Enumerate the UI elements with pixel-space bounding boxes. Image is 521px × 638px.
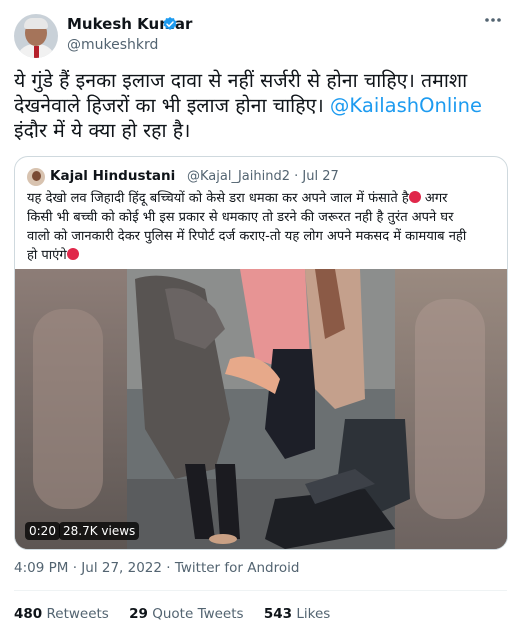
tweet-time[interactable]: 4:09 PM bbox=[14, 560, 68, 576]
likes-count: 543 bbox=[263, 606, 293, 622]
tweet-date[interactable]: Jul 27, 2022 bbox=[81, 560, 162, 576]
author-avatar[interactable] bbox=[14, 14, 58, 58]
angry-face-icon bbox=[408, 191, 421, 203]
quoted-author-name[interactable]: Kajal Hindustani bbox=[50, 168, 175, 184]
meta-separator: · bbox=[68, 560, 82, 576]
quote-tweets-label: Quote Tweets bbox=[152, 606, 244, 622]
meta-separator: · bbox=[161, 560, 175, 576]
quoted-tweet[interactable]: Kajal Hindustani @Kajal_Jaihind2 · Jul 2… bbox=[14, 156, 508, 550]
tweet-line-2-text: देखनेवाले हिजरों का भी इलाज होना चाहिए। bbox=[14, 94, 330, 117]
verified-badge-icon bbox=[163, 17, 177, 30]
retweets-count: 480 bbox=[14, 606, 43, 622]
more-options-icon[interactable] bbox=[479, 10, 507, 30]
quoted-line-1-after: अगर bbox=[420, 191, 448, 206]
angry-face-icon bbox=[66, 248, 79, 260]
tweet-line-1: ये गुंडे हैं इनका इलाज दावा से नहीं सर्ज… bbox=[14, 69, 468, 92]
tweet-stats: 480 Retweets 29 Quote Tweets 543 Likes bbox=[14, 606, 346, 622]
video-frame bbox=[15, 269, 507, 549]
quote-tweets-stat[interactable]: 29 Quote Tweets bbox=[129, 606, 243, 622]
author-handle[interactable]: @mukeshkrd bbox=[67, 37, 158, 53]
tweet-source[interactable]: Twitter for Android bbox=[175, 560, 300, 576]
tweet-text: ये गुंडे हैं इनका इलाज दावा से नहीं सर्ज… bbox=[14, 68, 509, 143]
quoted-text: यह देखो लव जिहादी हिंदू बच्चियों को केसे… bbox=[27, 189, 495, 265]
quoted-line-1-text: यह देखो लव जिहादी हिंदू बच्चियों को केसे… bbox=[27, 191, 409, 206]
retweets-stat[interactable]: 480 Retweets bbox=[14, 606, 109, 622]
quoted-line-4: हो पाएंगे bbox=[27, 246, 495, 265]
tweet-line-3: इंदौर में ये क्या हो रहा है। bbox=[14, 119, 191, 142]
quoted-line-1: यह देखो लव जिहादी हिंदू बच्चियों को केसे… bbox=[27, 189, 495, 208]
tweet-line-2: देखनेवाले हिजरों का भी इलाज होना चाहिए। … bbox=[14, 93, 509, 118]
quoted-line-3: वालो को जानकारी देकर पुलिस में रिपोर्ट द… bbox=[27, 229, 467, 244]
avatar-tie bbox=[34, 46, 39, 58]
quoted-avatar-face bbox=[32, 171, 41, 181]
video-player[interactable]: 0:20 28.7K views bbox=[15, 269, 507, 549]
likes-label: Likes bbox=[296, 606, 331, 622]
video-views: 28.7K views bbox=[59, 522, 140, 540]
quoted-line-2: किसी भी बच्ची को कोई भी इस प्रकार से धमक… bbox=[27, 210, 454, 225]
divider bbox=[14, 590, 507, 591]
retweets-label: Retweets bbox=[46, 606, 109, 622]
mention-link[interactable]: @KailashOnline bbox=[330, 94, 482, 117]
quoted-handle-date: @Kajal_Jaihind2 · Jul 27 bbox=[187, 169, 339, 184]
avatar-hair bbox=[24, 18, 48, 29]
tweet-meta: 4:09 PM · Jul 27, 2022 · Twitter for And… bbox=[14, 560, 299, 576]
video-timestamp: 0:20 bbox=[25, 522, 60, 540]
quoted-avatar[interactable] bbox=[27, 168, 45, 186]
quote-tweets-count: 29 bbox=[129, 606, 148, 622]
likes-stat[interactable]: 543 Likes bbox=[264, 606, 330, 622]
quoted-line-4-text: हो पाएंगे bbox=[27, 248, 67, 263]
